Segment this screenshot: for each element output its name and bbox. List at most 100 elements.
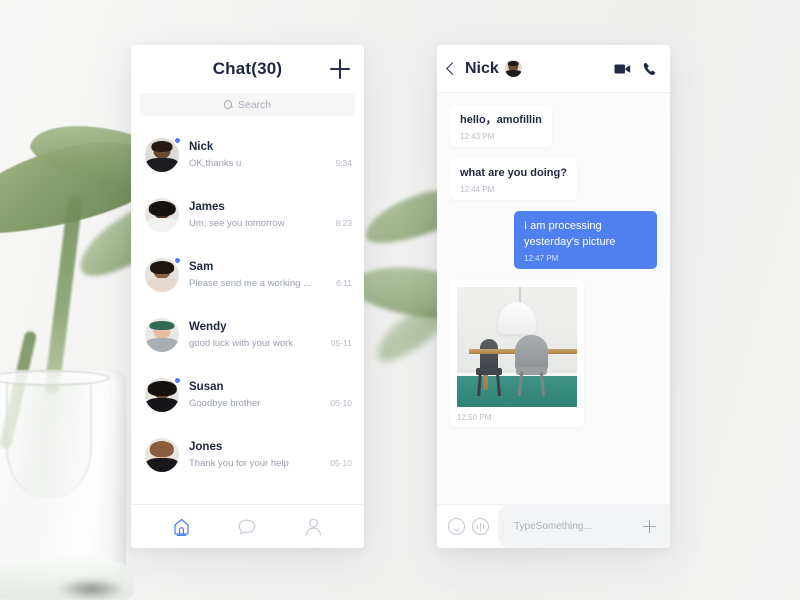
search-placeholder: Search xyxy=(237,98,272,111)
conversation-text: James Um, see you tomorrow 8:23 xyxy=(189,201,352,229)
conversation-row[interactable]: Jones Thank you for your help 05-10 xyxy=(131,425,364,485)
message-preview: OK,thanks u xyxy=(189,158,242,169)
conversation-meta: Goodbye brother 05-10 xyxy=(189,398,352,409)
message-preview: Thank you for your help xyxy=(189,458,289,469)
message-preview: Um, see you tomorrow xyxy=(189,218,285,229)
message-time: 12:44 PM xyxy=(460,185,495,195)
contact-name: Nick xyxy=(189,141,214,153)
message-thread[interactable]: hello，amofillin 12:43 PM what are you doi… xyxy=(437,93,670,504)
photo-chair-left xyxy=(476,339,503,396)
tab-messages[interactable] xyxy=(236,516,258,538)
message-preview: Goodbye brother xyxy=(189,398,261,409)
message-time: 6:11 xyxy=(336,278,352,288)
incoming-message-bubble[interactable]: hello，amofillin 12:43 PM xyxy=(450,105,552,148)
photo-lamp-cord xyxy=(519,286,521,304)
conversation-text: Jones Thank you for your help 05-10 xyxy=(189,441,352,469)
conversation-meta: Thank you for your help 05-10 xyxy=(189,458,352,469)
conversation-row[interactable]: Nick OK,thanks u 9:34 xyxy=(131,125,364,185)
contact-name: Jones xyxy=(189,441,223,453)
contact-name: James xyxy=(189,201,225,213)
contact-name: Wendy xyxy=(189,321,227,333)
message-time: 05-10 xyxy=(330,458,352,468)
avatar-container xyxy=(145,318,179,352)
conversation-row[interactable]: James Um, see you tomorrow 8:23 xyxy=(131,185,364,245)
conversation-meta: good luck with your work 05-11 xyxy=(189,338,352,349)
avatar-susan xyxy=(145,378,179,412)
avatar-nick xyxy=(145,138,179,172)
message-text: hello，amofillin xyxy=(460,114,542,126)
page-title-text: Chat xyxy=(212,59,252,78)
chevron-left-icon[interactable] xyxy=(446,62,459,75)
conversation-meta: Um, see you tomorrow 8:23 xyxy=(189,218,352,229)
search-icon xyxy=(223,100,233,109)
avatar-container xyxy=(145,377,181,412)
waveform-bars xyxy=(473,519,488,534)
message-input-bar: TypeSomething... xyxy=(437,504,670,548)
conversation-row[interactable]: Sam Please send me a working ... 6:11 xyxy=(131,245,364,305)
voice-waveform-icon[interactable] xyxy=(472,518,489,535)
chat-list-header: Chat(30) xyxy=(131,45,364,93)
outgoing-message-bubble[interactable]: I am processing yesterday's picture 12:4… xyxy=(514,211,657,269)
message-text: what are you doing? xyxy=(460,167,567,180)
page-title: Chat(30) xyxy=(213,59,283,79)
photo-chair-right xyxy=(514,334,548,396)
message-preview: good luck with your work xyxy=(189,338,294,349)
chat-list-screen: Chat(30) Search Nick OK,thanks u 9:34 Ja… xyxy=(131,45,364,548)
contact-name: Sam xyxy=(189,261,214,273)
header-actions xyxy=(614,62,656,76)
avatar-container xyxy=(145,137,181,172)
video-camera-icon[interactable] xyxy=(614,63,631,75)
bottom-tab-bar xyxy=(131,504,364,548)
avatar-container xyxy=(145,198,179,232)
unread-badge xyxy=(174,137,181,144)
conversation-text: Wendy good luck with your work 05-11 xyxy=(189,321,352,349)
conversation-header: Nick xyxy=(437,45,670,93)
avatar-sam xyxy=(145,258,179,292)
unread-badge xyxy=(174,257,181,264)
message-text: I am processing yesterday's picture xyxy=(524,220,616,248)
conversation-list[interactable]: Nick OK,thanks u 9:34 James Um, see you … xyxy=(131,125,364,504)
conversation-text: Nick OK,thanks u 9:34 xyxy=(189,141,352,169)
conversation-meta: OK,thanks u 9:34 xyxy=(189,158,352,169)
message-time: 9:34 xyxy=(335,158,352,168)
plus-icon[interactable] xyxy=(330,59,350,79)
message-input-placeholder: TypeSomething... xyxy=(514,521,592,532)
conversation-row[interactable]: Wendy good luck with your work 05-11 xyxy=(131,305,364,365)
tab-profile[interactable] xyxy=(302,516,324,538)
vase-shadow xyxy=(56,578,126,600)
background-photo xyxy=(0,0,800,600)
avatar[interactable] xyxy=(504,60,522,77)
search-container: Search xyxy=(131,93,364,125)
chat-count: (30) xyxy=(251,59,283,78)
avatar-wendy xyxy=(145,318,179,352)
avatar-james xyxy=(145,198,179,232)
message-photo[interactable] xyxy=(457,286,577,407)
phone-icon[interactable] xyxy=(643,62,656,76)
search-input[interactable]: Search xyxy=(140,93,355,116)
message-time: 12:50 PM xyxy=(457,412,492,422)
message-time: 05-11 xyxy=(330,338,352,348)
message-time: 12:43 PM xyxy=(460,132,495,142)
message-input[interactable]: TypeSomething... xyxy=(498,505,670,548)
plus-icon[interactable] xyxy=(643,520,656,533)
conversation-row[interactable]: Susan Goodbye brother 05-10 xyxy=(131,365,364,425)
tab-home[interactable] xyxy=(171,516,193,538)
message-time: 05-10 xyxy=(330,398,352,408)
incoming-message-bubble[interactable]: what are you doing? 12:44 PM xyxy=(450,158,577,201)
conversation-meta: Please send me a working ... 6:11 xyxy=(189,278,352,289)
smiley-icon[interactable] xyxy=(448,518,465,535)
glass-vase-neck xyxy=(6,378,92,498)
conversation-text: Susan Goodbye brother 05-10 xyxy=(189,381,352,409)
avatar-container xyxy=(145,257,181,292)
message-time: 12:47 PM xyxy=(524,253,559,263)
conversation-screen: Nick hello，amofillin 12:43 PM what are y… xyxy=(437,45,670,548)
contact-name: Susan xyxy=(189,381,224,393)
conversation-text: Sam Please send me a working ... 6:11 xyxy=(189,261,352,289)
message-preview: Please send me a working ... xyxy=(189,278,311,289)
unread-badge xyxy=(174,377,181,384)
photo-message-bubble[interactable]: 12:50 PM xyxy=(450,279,584,427)
contact-name: Nick xyxy=(465,59,499,77)
avatar-container xyxy=(145,438,179,472)
message-time: 8:23 xyxy=(335,218,352,228)
avatar-jones xyxy=(145,438,179,472)
